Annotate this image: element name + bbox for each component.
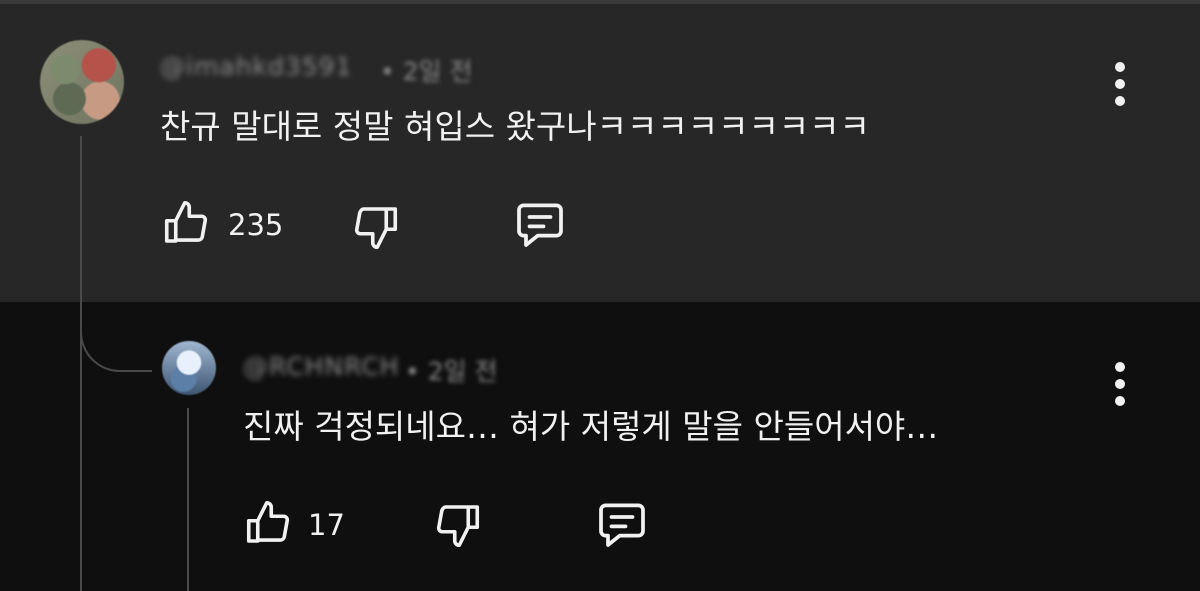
reply-icon[interactable] xyxy=(594,496,650,552)
reply-timestamp: • 2일 전 xyxy=(405,357,498,386)
reply-username[interactable]: @RCHNRCH xyxy=(243,352,399,381)
thumbs-up-icon[interactable] xyxy=(160,196,214,250)
thumbs-down-icon[interactable] xyxy=(430,498,484,552)
comment-text: 찬규 말대로 정말 혀입스 왔구나ㅋㅋㅋㅋㅋㅋㅋㅋㅋ xyxy=(160,107,870,146)
more-vert-icon[interactable] xyxy=(1108,360,1132,408)
reply-like-count: 17 xyxy=(308,508,345,542)
more-vert-icon[interactable] xyxy=(1108,60,1132,108)
thumbs-up-icon[interactable] xyxy=(242,496,296,550)
reply-text: 진짜 걱정되네요… 혀가 저렇게 말을 안들어서야… xyxy=(243,407,939,446)
reply-avatar[interactable] xyxy=(162,341,216,395)
thread-line xyxy=(80,136,82,591)
thread-connector xyxy=(80,290,152,372)
avatar[interactable] xyxy=(40,40,124,124)
like-count: 235 xyxy=(228,208,284,242)
reply-icon[interactable] xyxy=(512,196,568,252)
reply-thread-line xyxy=(187,408,189,591)
comment-timestamp: • 2일 전 xyxy=(380,57,473,86)
comment-username[interactable]: @imahkd3591 xyxy=(160,52,352,81)
thumbs-down-icon[interactable] xyxy=(348,200,402,254)
comment-card xyxy=(0,4,1200,302)
